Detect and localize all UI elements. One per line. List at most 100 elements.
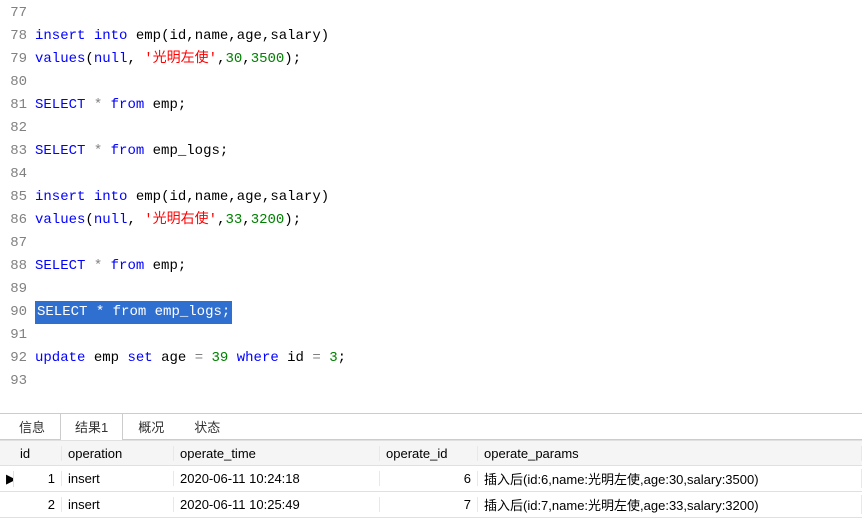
token-kw: update — [35, 350, 85, 366]
code-line[interactable] — [35, 232, 862, 255]
tab-3[interactable]: 状态 — [179, 413, 235, 440]
token-ident: emp_logs — [155, 304, 222, 320]
cell-operate-time[interactable]: 2020-06-11 10:25:49 — [174, 497, 380, 512]
code-line[interactable]: update emp set age = 39 where id = 3; — [35, 347, 862, 370]
code-line[interactable] — [35, 163, 862, 186]
token-ident: emp — [136, 28, 161, 44]
line-number: 90 — [0, 301, 27, 324]
cell-operate-id[interactable]: 6 — [380, 471, 478, 486]
token-op: = — [195, 350, 203, 366]
col-header-operate-time[interactable]: operate_time — [174, 446, 380, 461]
cell-id[interactable]: 1 — [14, 471, 62, 486]
token-kw: null — [94, 51, 128, 67]
token-kw: values — [35, 51, 85, 67]
token-punct: ; — [293, 212, 301, 228]
token-punct: ) — [284, 51, 292, 67]
table-body: ▶1insert2020-06-11 10:24:186插入后(id:6,nam… — [0, 466, 862, 518]
token-punct: ; — [178, 258, 186, 274]
token-num: 3 — [329, 350, 337, 366]
table-row[interactable]: 2insert2020-06-11 10:25:497插入后(id:7,name… — [0, 492, 862, 518]
token-ident: id — [169, 28, 186, 44]
code-line[interactable] — [35, 117, 862, 140]
line-number: 79 — [0, 48, 27, 71]
cell-operate-params[interactable]: 插入后(id:7,name:光明左使,age:33,salary:3200) — [478, 495, 862, 514]
token-kw: SELECT — [35, 258, 85, 274]
row-marker[interactable]: ▶ — [0, 471, 14, 487]
token-ident: age — [237, 189, 262, 205]
token-punct: ; — [338, 350, 346, 366]
code-line[interactable] — [35, 2, 862, 25]
token-ident: emp — [153, 258, 178, 274]
token-punct: , — [127, 51, 135, 67]
col-header-operation[interactable]: operation — [62, 446, 174, 461]
cell-operate-id[interactable]: 7 — [380, 497, 478, 512]
cell-operation[interactable]: insert — [62, 471, 174, 486]
cell-operate-params[interactable]: 插入后(id:6,name:光明左使,age:30,salary:3500) — [478, 469, 862, 488]
token-op: * — [94, 143, 102, 159]
token-ident: emp_logs — [153, 143, 220, 159]
token-ident: name — [195, 28, 229, 44]
code-area[interactable]: insert into emp(id,name,age,salary)value… — [35, 2, 862, 393]
token-kw: insert — [35, 189, 85, 205]
token-kw: SELECT — [35, 143, 85, 159]
code-line[interactable]: insert into emp(id,name,age,salary) — [35, 186, 862, 209]
cell-operation[interactable]: insert — [62, 497, 174, 512]
code-line[interactable] — [35, 370, 862, 393]
code-line[interactable]: values(null, '光明左使',30,3500); — [35, 48, 862, 71]
selected-text[interactable]: SELECT * from emp_logs; — [35, 301, 232, 324]
token-num: 3200 — [251, 212, 285, 228]
token-punct: ) — [321, 28, 329, 44]
line-number: 93 — [0, 370, 27, 393]
token-punct: ) — [321, 189, 329, 205]
tab-0[interactable]: 信息 — [4, 413, 60, 440]
cell-id[interactable]: 2 — [14, 497, 62, 512]
token-op: * — [94, 97, 102, 113]
line-number: 82 — [0, 117, 27, 140]
token-kw: into — [94, 28, 128, 44]
line-number: 86 — [0, 209, 27, 232]
token-kw: insert — [35, 28, 85, 44]
table-header-row: id operation operate_time operate_id ope… — [0, 440, 862, 466]
token-ident: emp — [94, 350, 119, 366]
token-ident: id — [287, 350, 304, 366]
token-kw: values — [35, 212, 85, 228]
token-kw: where — [237, 350, 279, 366]
cell-operate-time[interactable]: 2020-06-11 10:24:18 — [174, 471, 380, 486]
line-number: 89 — [0, 278, 27, 301]
col-header-operate-id[interactable]: operate_id — [380, 446, 478, 461]
tab-1[interactable]: 结果1 — [60, 413, 123, 440]
token-punct: ; — [293, 51, 301, 67]
token-kw: set — [127, 350, 152, 366]
token-punct: , — [127, 212, 135, 228]
token-op: = — [312, 350, 320, 366]
token-kw: null — [94, 212, 128, 228]
token-punct: ( — [85, 51, 93, 67]
token-kw: SELECT — [35, 97, 85, 113]
line-number: 91 — [0, 324, 27, 347]
code-line[interactable]: SELECT * from emp_logs; — [35, 301, 862, 324]
code-line[interactable]: SELECT * from emp; — [35, 94, 862, 117]
token-punct: ; — [220, 143, 228, 159]
line-number: 85 — [0, 186, 27, 209]
line-number: 88 — [0, 255, 27, 278]
table-row[interactable]: ▶1insert2020-06-11 10:24:186插入后(id:6,nam… — [0, 466, 862, 492]
tab-2[interactable]: 概况 — [123, 413, 179, 440]
code-line[interactable] — [35, 278, 862, 301]
code-line[interactable]: SELECT * from emp_logs; — [35, 140, 862, 163]
col-header-id[interactable]: id — [14, 446, 62, 461]
line-number-gutter: 7778798081828384858687888990919293 — [0, 2, 35, 393]
code-line[interactable]: SELECT * from emp; — [35, 255, 862, 278]
code-line[interactable] — [35, 71, 862, 94]
sql-editor[interactable]: 7778798081828384858687888990919293 inser… — [0, 0, 862, 393]
token-str: '光明左使' — [144, 51, 217, 67]
code-line[interactable] — [35, 324, 862, 347]
code-line[interactable]: insert into emp(id,name,age,salary) — [35, 25, 862, 48]
token-ident: age — [237, 28, 262, 44]
token-kw: from — [111, 258, 145, 274]
token-punct: , — [242, 212, 250, 228]
line-number: 92 — [0, 347, 27, 370]
token-num: 3500 — [251, 51, 285, 67]
token-punct: , — [228, 189, 236, 205]
code-line[interactable]: values(null, '光明右使',33,3200); — [35, 209, 862, 232]
col-header-operate-params[interactable]: operate_params — [478, 446, 862, 461]
